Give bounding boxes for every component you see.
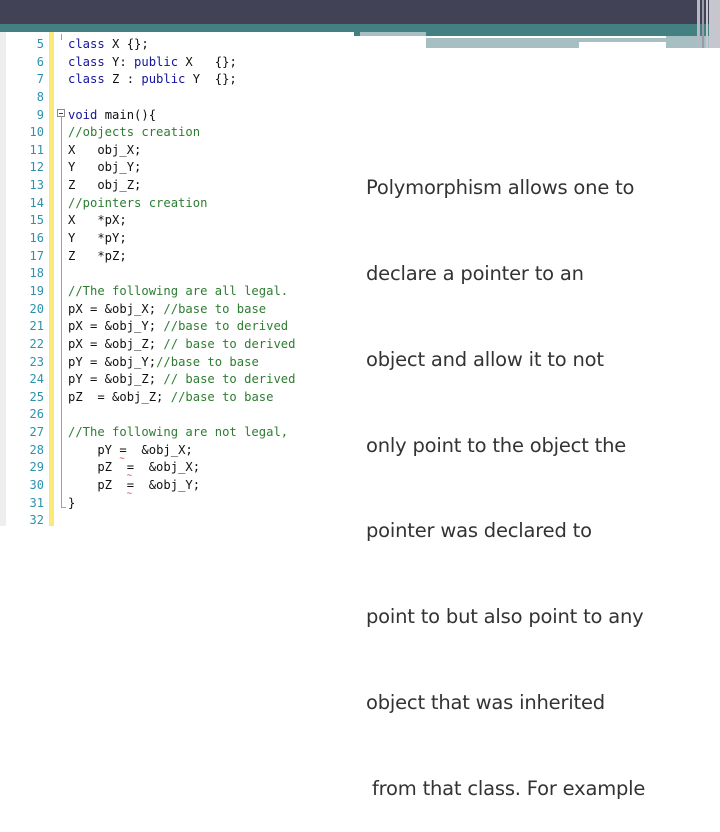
slide-header-decoration [360,32,426,36]
slide-header-stripe [709,0,720,48]
slide-header-stripe [702,0,704,48]
line-number: 14 [29,195,44,210]
error-squiggle: = [127,460,134,474]
code-text: Z obj_Z; [68,178,142,193]
code-text: Y *pY; [68,231,127,246]
error-squiggle: = [127,478,134,492]
body-text-line: object that was inherited [366,690,605,714]
line-number: 24 [29,372,44,387]
slide-body-text: Polymorphism allows one to declare a poi… [366,117,706,832]
body-text-line: Polymorphism allows one to [366,176,635,200]
outline-end [61,507,66,508]
line-number: 22 [29,336,44,351]
code-text: class Y: public X {}; [68,54,237,69]
outline-line [61,34,62,40]
body-text-line: pointer was declared to [366,519,592,543]
code-text: //objects creation [68,125,201,140]
code-text: void main(){ [68,107,157,122]
code-text: class Z : public Y {}; [68,72,237,87]
body-text-line: from that class. For example [366,776,646,800]
slide-header-stripe [697,0,700,48]
line-number: 26 [29,407,44,422]
line-number: 5 [36,37,44,51]
code-text: pZ = &obj_Y; [68,477,200,495]
line-number: 29 [29,460,44,475]
error-squiggle: = [119,443,126,457]
code-text: pY = &obj_Z; // base to derived [68,372,296,387]
line-number: 28 [29,442,44,457]
code-text: pY = &obj_Y;//base to base [68,354,259,369]
body-text-line: object and allow it to not [366,347,604,371]
collapse-icon[interactable] [57,109,65,117]
line-number: 27 [29,425,44,440]
line-number: 25 [29,389,44,404]
line-number: 20 [29,301,44,316]
code-text: class X {}; [68,37,149,51]
line-number: 31 [29,495,44,510]
code-text: X *pX; [68,213,127,228]
code-text: pZ = &obj_X; [68,459,200,477]
changed-lines-indicator [49,32,54,526]
code-text: pX = &obj_Z; // base to derived [68,336,296,351]
slide-header-bar [0,0,720,24]
code-text: Z *pZ; [68,248,127,263]
slide-header-decoration [426,42,579,48]
line-number: 7 [36,72,44,87]
code-text: //The following are not legal, [68,425,289,440]
line-number: 17 [29,248,44,263]
line-number: 18 [29,266,44,281]
slide-header-stripe [706,0,708,48]
line-number: 9 [36,107,44,122]
outline-line [61,117,62,507]
code-text: } [68,495,76,510]
line-number: 16 [29,231,44,246]
line-number: 30 [29,478,44,493]
code-text: pX = &obj_Y; //base to derived [68,319,289,334]
code-text: //The following are all legal. [68,283,289,298]
code-text: //pointers creation [68,195,208,210]
body-text-line: point to but also point to any [366,605,644,629]
line-number: 6 [36,54,44,69]
body-text-line: declare a pointer to an [366,261,584,285]
code-text: pZ = &obj_Z; //base to base [68,389,274,404]
line-number: 15 [29,213,44,228]
line-number: 11 [29,142,44,157]
body-text-line: only point to the object the [366,433,627,457]
code-text: pY = &obj_X; [68,442,192,460]
line-number: 8 [36,89,44,104]
code-editor-screenshot: 5 class X {}; 6 class Y: public X {}; 7 class… [0,32,354,527]
line-number: 12 [29,160,44,175]
line-number: 32 [29,513,44,528]
line-number: 10 [29,125,44,140]
line-number: 21 [29,319,44,334]
line-number: 23 [29,354,44,369]
line-number: 19 [29,283,44,298]
code-text: pX = &obj_X; //base to base [68,301,267,316]
code-text: X obj_X; [68,142,142,157]
code-text: Y obj_Y; [68,160,142,175]
line-number: 13 [29,178,44,193]
